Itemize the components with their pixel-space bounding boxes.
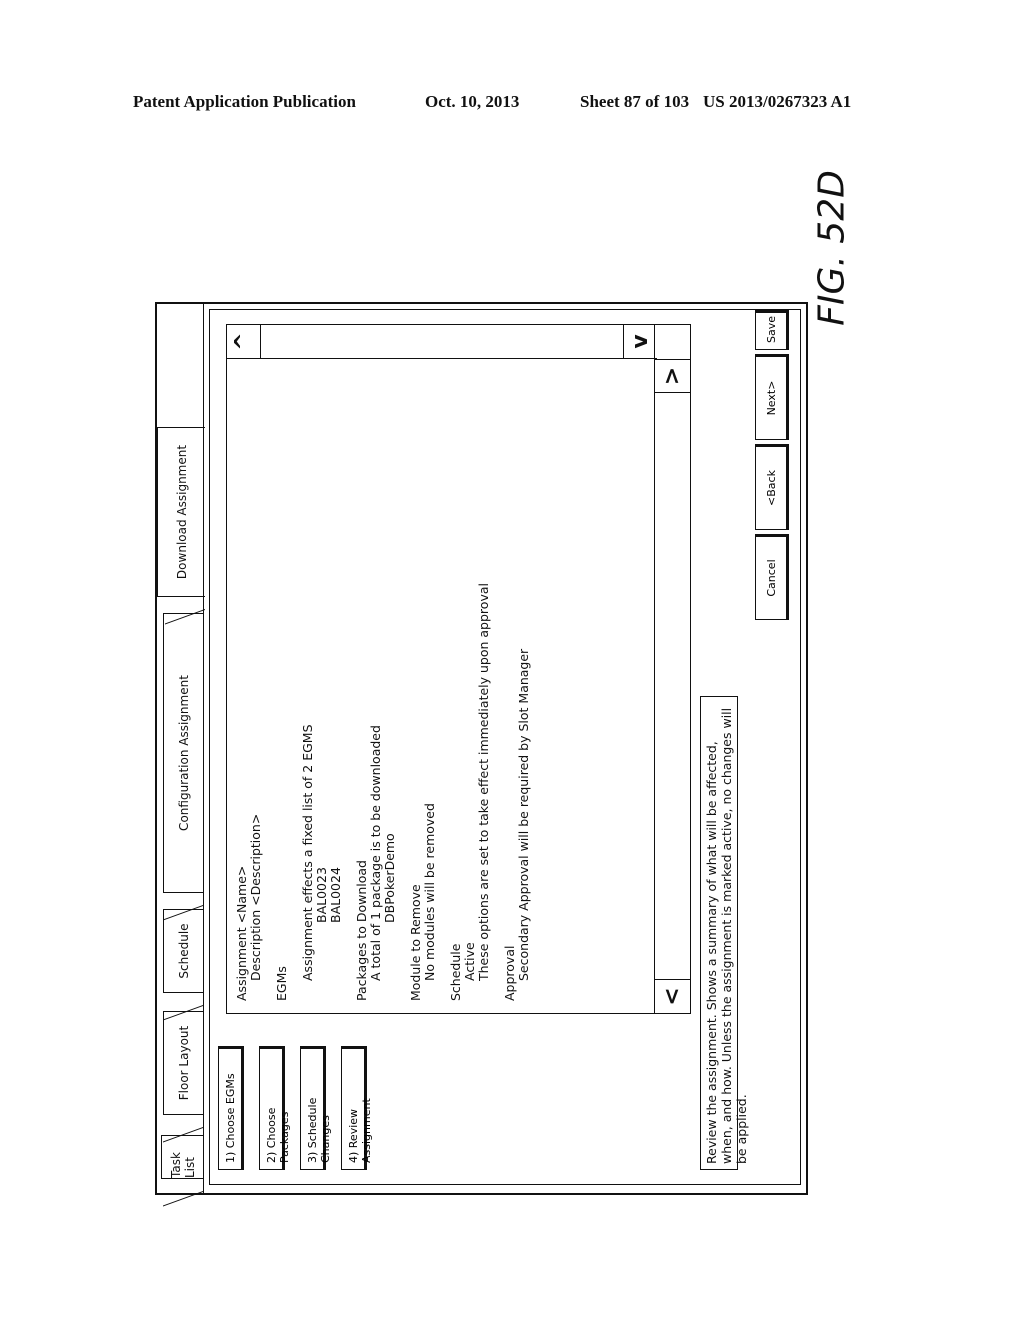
back-button[interactable]: <Back (755, 444, 789, 530)
egm-item: BAL0024 (328, 867, 343, 923)
sheet-number: Sheet 87 of 103 (580, 92, 690, 111)
tab-bar: Task List Floor Layout Schedule Configur… (157, 304, 205, 1193)
patent-number: US 2013/0267323 A1 (703, 92, 852, 111)
approval-heading: Approval (502, 945, 517, 1001)
horizontal-scrollbar[interactable]: < > (654, 325, 690, 1013)
publication-date: Oct. 10, 2013 (425, 92, 520, 111)
packages-text: A total of 1 package is to be downloaded (368, 725, 383, 981)
schedule-text: These options are set to take effect imm… (476, 583, 491, 981)
package-item: DBPokerDemo (382, 833, 397, 923)
egms-text: Assignment effects a fixed list of 2 EGM… (300, 724, 315, 981)
assignment-description: Description <Description> (248, 813, 263, 981)
tab-configuration-assignment[interactable]: Configuration Assignment (163, 613, 203, 893)
egms-heading: EGMs (274, 966, 289, 1001)
module-heading: Module to Remove (408, 884, 423, 1001)
step-choose-egms[interactable]: 1) Choose EGMs (218, 1046, 244, 1170)
packages-heading: Packages to Download (354, 860, 369, 1001)
summary-view[interactable]: Assignment <Name> Description <Descripti… (226, 324, 691, 1014)
approval-text: Secondary Approval will be required by S… (516, 648, 531, 981)
tab-divider (203, 304, 204, 1193)
step-review-assignment[interactable]: 4) Review Assignment (341, 1046, 373, 1170)
tab-download-assignment[interactable]: Download Assignment (157, 427, 205, 597)
step-list: 1) Choose EGMs 2) Choose Packages 3) Sch… (218, 1020, 382, 1170)
ui-drawing: Task List Floor Layout Schedule Configur… (155, 300, 810, 1195)
tab-floor-layout[interactable]: Floor Layout (163, 1011, 203, 1115)
assignment-heading: Assignment <Name> (234, 865, 249, 1001)
scroll-left-icon[interactable]: < (655, 979, 690, 1013)
schedule-heading: Schedule (448, 943, 463, 1001)
cancel-button[interactable]: Cancel (755, 534, 789, 620)
egm-item: BAL0023 (314, 867, 329, 923)
scroll-up-icon[interactable]: ^ (227, 325, 261, 358)
tab-schedule[interactable]: Schedule (163, 909, 203, 993)
step-choose-packages[interactable]: 2) Choose Packages (259, 1046, 291, 1170)
application-window: Task List Floor Layout Schedule Configur… (155, 302, 808, 1195)
tab-task-list[interactable]: Task List (161, 1135, 203, 1179)
step-description: Review the assignment. Shows a summary o… (700, 696, 749, 1170)
scroll-down-icon[interactable]: v (623, 325, 657, 358)
summary-text: Assignment <Name> Description <Descripti… (234, 365, 531, 1001)
wizard-panel: 1) Choose EGMs 2) Choose Packages 3) Sch… (209, 309, 801, 1185)
next-button[interactable]: Next> (755, 354, 789, 440)
scroll-right-icon[interactable]: > (655, 359, 690, 393)
vertical-scrollbar[interactable]: ^ v (227, 325, 657, 359)
save-button[interactable]: Save (755, 310, 789, 350)
step-schedule-changes[interactable]: 3) Schedule Changes (300, 1046, 332, 1170)
schedule-status: Active (462, 942, 477, 981)
figure-label: FIG. 52D (811, 170, 853, 326)
module-text: No modules will be removed (422, 803, 437, 981)
publication-title: Patent Application Publication (133, 92, 356, 111)
